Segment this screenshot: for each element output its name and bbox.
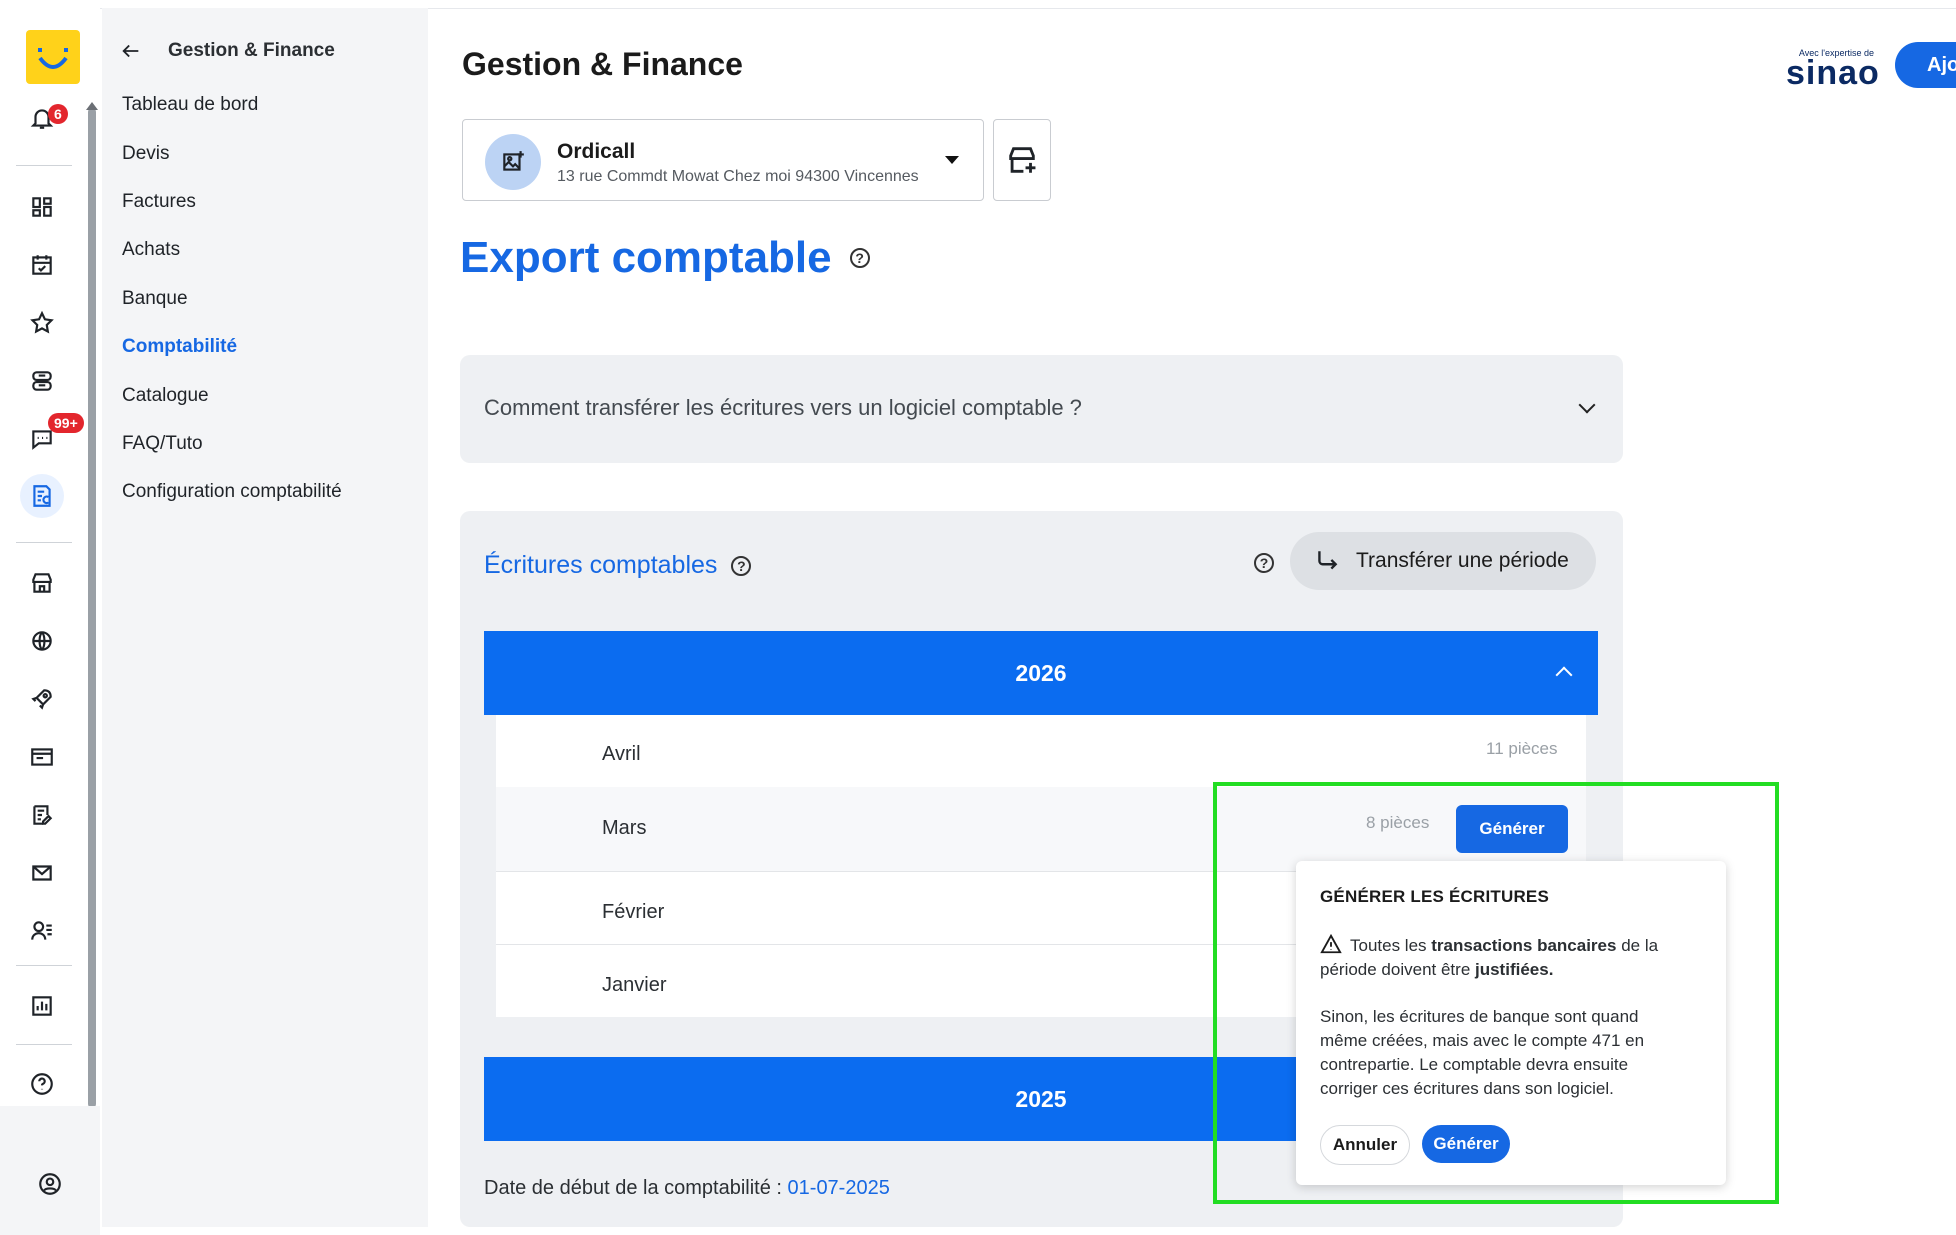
popover-body: Sinon, les écritures de banque sont quan… bbox=[1320, 1007, 1645, 1098]
add-button[interactable]: Ajo bbox=[1895, 42, 1956, 88]
export-title-text: Export comptable bbox=[460, 233, 832, 282]
nav-item-banque[interactable]: Banque bbox=[122, 288, 188, 310]
nav-item-configuration-comptabilite[interactable]: Configuration comptabilité bbox=[122, 481, 342, 503]
dashboard-icon[interactable] bbox=[24, 189, 60, 225]
main-content: Gestion & Finance Avec l'expertise de si… bbox=[430, 8, 1956, 1227]
report-icon[interactable] bbox=[24, 988, 60, 1024]
accounting-start-date: Date de début de la comptabilité : 01-07… bbox=[484, 1177, 890, 1200]
nav-item-devis[interactable]: Devis bbox=[122, 143, 170, 165]
company-avatar[interactable] bbox=[485, 134, 541, 190]
transfer-period-label: Transférer une période bbox=[1356, 549, 1569, 572]
icon-rail: 6 99+ bbox=[0, 8, 100, 1235]
nav-item-comptabilite[interactable]: Comptabilité bbox=[122, 336, 237, 358]
rail-divider bbox=[16, 965, 72, 966]
add-image-icon bbox=[503, 151, 524, 171]
nav-item-faq-tuto[interactable]: FAQ/Tuto bbox=[122, 433, 203, 455]
calendar-icon[interactable] bbox=[24, 247, 60, 283]
chevron-down-icon[interactable] bbox=[1578, 396, 1596, 414]
rocket-icon[interactable] bbox=[24, 681, 60, 717]
edit-list-icon[interactable] bbox=[24, 797, 60, 833]
dropdown-caret-icon[interactable] bbox=[945, 156, 959, 164]
globe-icon[interactable] bbox=[24, 623, 60, 659]
brand-logo: Avec l'expertise de sinao bbox=[1782, 44, 1882, 92]
messages-badge: 99+ bbox=[48, 413, 84, 433]
shop-icon[interactable] bbox=[24, 565, 60, 601]
app-logo[interactable] bbox=[26, 30, 80, 84]
chevron-up-icon[interactable] bbox=[1555, 666, 1573, 684]
warning-bold-transactions: transactions bancaires bbox=[1431, 936, 1617, 955]
scroll-up-arrow-icon[interactable] bbox=[86, 102, 98, 110]
transfer-period-button[interactable]: Transférer une période bbox=[1290, 532, 1596, 590]
help-icon[interactable]: ? bbox=[849, 248, 870, 268]
month-name: Janvier bbox=[602, 974, 667, 996]
company-selector[interactable]: Ordicall 13 rue Commdt Mowat Chez moi 94… bbox=[462, 119, 984, 201]
month-name: Mars bbox=[602, 817, 647, 839]
section-title-text: Écritures comptables bbox=[484, 551, 718, 579]
faq-question: Comment transférer les écritures vers un… bbox=[484, 395, 1082, 420]
year-label: 2026 bbox=[1015, 659, 1067, 686]
year-label: 2025 bbox=[1015, 1085, 1067, 1112]
nav-item-achats[interactable]: Achats bbox=[122, 239, 180, 261]
start-date-label: Date de début de la comptabilité : bbox=[484, 1177, 788, 1199]
rail-divider bbox=[16, 542, 72, 543]
company-address: 13 rue Commdt Mowat Chez moi 94300 Vince… bbox=[557, 168, 919, 185]
popover-warning: Toutes les transactions bancaires de la … bbox=[1320, 933, 1700, 982]
tickets-icon[interactable] bbox=[24, 363, 60, 399]
section-title: Écritures comptables ? bbox=[484, 551, 752, 580]
page-title: Gestion & Finance bbox=[462, 46, 743, 82]
month-row[interactable]: Avril 11 pièces bbox=[496, 715, 1586, 788]
rail-footer bbox=[0, 1106, 100, 1235]
pieces-count: 8 pièces bbox=[1366, 813, 1430, 832]
add-shop-icon bbox=[1009, 147, 1036, 173]
rail-divider bbox=[16, 1044, 72, 1045]
month-name: Février bbox=[602, 901, 665, 923]
nav-item-catalogue[interactable]: Catalogue bbox=[122, 385, 209, 407]
warning-bold-justified: justifiées. bbox=[1475, 960, 1554, 979]
help-icon[interactable] bbox=[24, 1066, 60, 1102]
warning-icon bbox=[1320, 933, 1342, 954]
add-company-button[interactable] bbox=[993, 119, 1051, 201]
year-header-2026[interactable]: 2026 bbox=[484, 631, 1598, 715]
help-icon[interactable]: ? bbox=[1254, 553, 1274, 573]
sub-navigation: Gestion & Finance Tableau de bord Devis … bbox=[102, 8, 428, 1227]
export-title: Export comptable ? bbox=[460, 233, 870, 283]
start-date-value[interactable]: 01-07-2025 bbox=[788, 1177, 890, 1199]
arrow-turn-right-icon bbox=[1318, 551, 1338, 570]
confirm-generate-button[interactable]: Générer bbox=[1422, 1125, 1510, 1163]
generate-entries-popover: GÉNÉRER LES ÉCRITURES Toutes les transac… bbox=[1296, 861, 1726, 1185]
browser-icon[interactable] bbox=[24, 739, 60, 775]
faq-accordion[interactable]: Comment transférer les écritures vers un… bbox=[460, 355, 1623, 463]
brand-name: sinao bbox=[1786, 54, 1880, 92]
generate-button[interactable]: Générer bbox=[1456, 805, 1568, 853]
month-row[interactable]: Mars 8 pièces Générer bbox=[496, 787, 1586, 872]
back-arrow-icon[interactable] bbox=[120, 40, 142, 62]
pieces-count: 11 pièces bbox=[1486, 739, 1558, 758]
nav-item-tableau-de-bord[interactable]: Tableau de bord bbox=[122, 94, 258, 116]
notification-badge: 6 bbox=[48, 104, 68, 124]
rail-scrollbar[interactable] bbox=[88, 108, 96, 1108]
contacts-icon[interactable] bbox=[24, 913, 60, 949]
mail-icon[interactable] bbox=[24, 855, 60, 891]
popover-title: GÉNÉRER LES ÉCRITURES bbox=[1320, 887, 1550, 906]
subnav-title: Gestion & Finance bbox=[168, 40, 335, 61]
cancel-button[interactable]: Annuler bbox=[1320, 1125, 1410, 1165]
month-name: Avril bbox=[602, 743, 641, 765]
help-icon[interactable]: ? bbox=[731, 555, 752, 576]
subnav-header[interactable]: Gestion & Finance bbox=[120, 40, 335, 62]
warning-text-pre: Toutes les bbox=[1350, 936, 1432, 955]
accounting-doc-icon[interactable] bbox=[20, 474, 64, 518]
company-name: Ordicall bbox=[557, 140, 636, 163]
star-icon[interactable] bbox=[24, 305, 60, 341]
user-circle-icon[interactable] bbox=[32, 1166, 68, 1202]
nav-item-factures[interactable]: Factures bbox=[122, 191, 196, 213]
rail-divider bbox=[16, 165, 72, 166]
